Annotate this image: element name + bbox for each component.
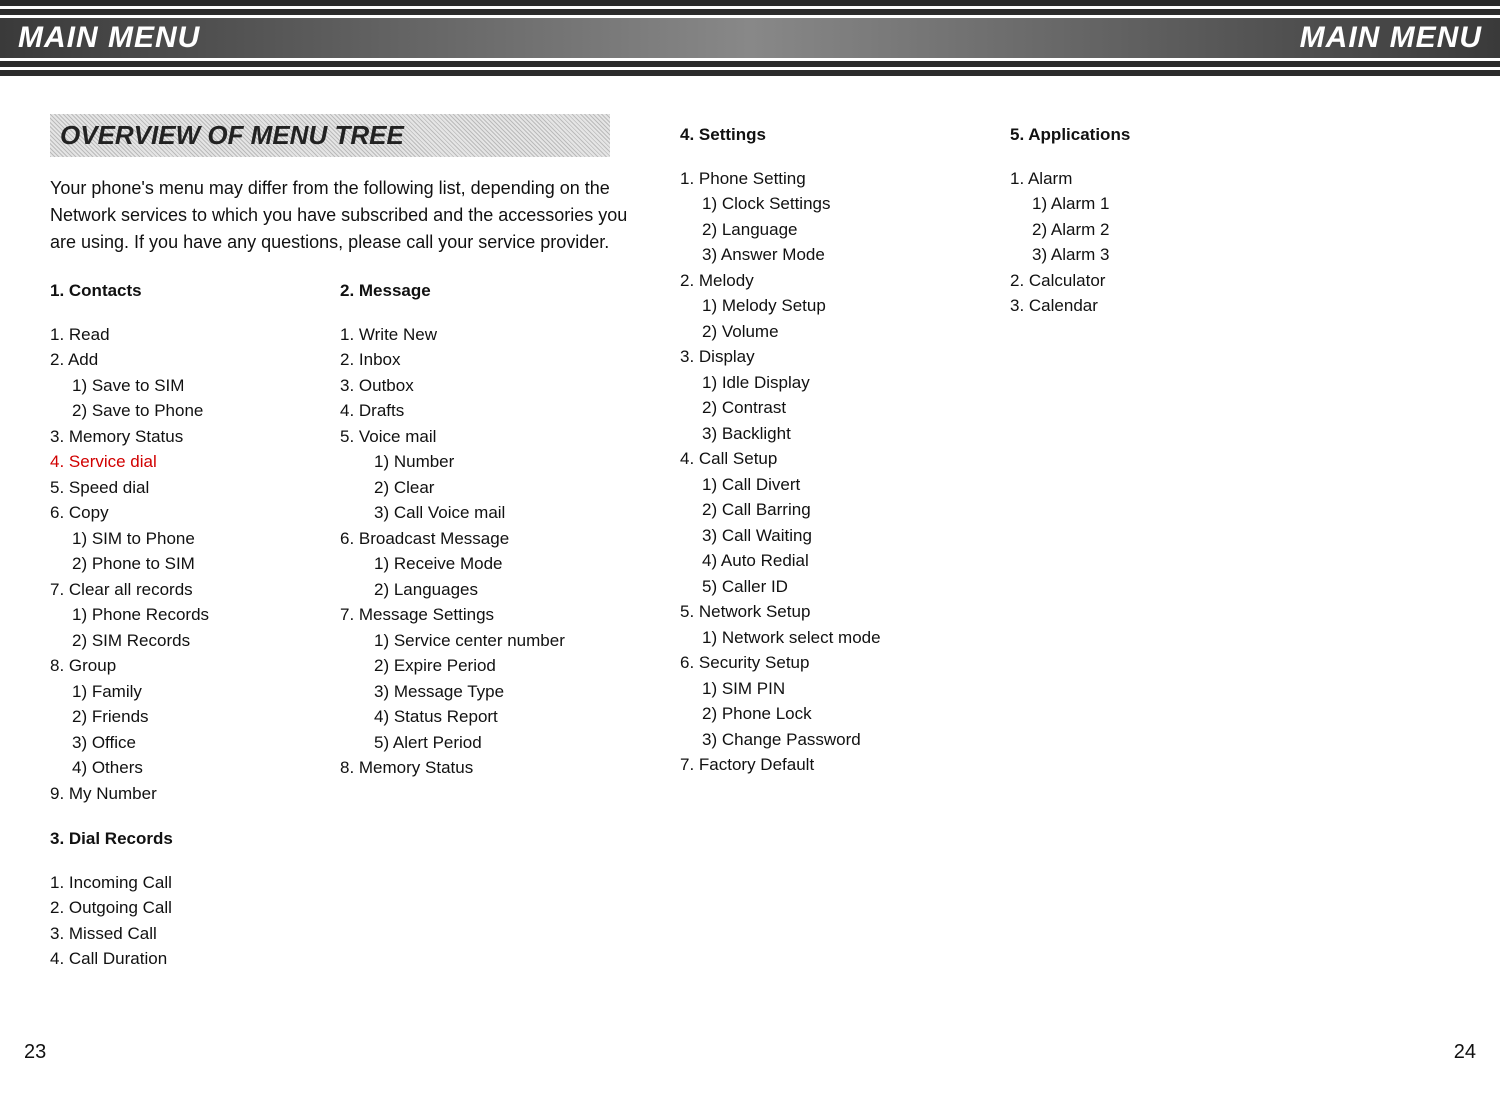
- list-item: 2) Call Barring: [680, 497, 940, 523]
- list-item: 5) Caller ID: [680, 574, 940, 600]
- list-item: 8. Group: [50, 653, 320, 679]
- list-item: 7. Message Settings: [340, 602, 620, 628]
- list-item: 2. Inbox: [340, 347, 620, 373]
- list-item: 2. Melody: [680, 268, 940, 294]
- list-item-service-dial: 4. Service dial: [50, 449, 320, 475]
- list-item: 3. Calendar: [1010, 293, 1210, 319]
- list-item: 2) Alarm 2: [1010, 217, 1210, 243]
- page-number-right: 24: [1454, 1041, 1476, 1064]
- title-left: MAIN MENU: [18, 21, 200, 55]
- list-item: 2. Outgoing Call: [50, 895, 320, 921]
- list-item: 5. Voice mail: [340, 424, 620, 450]
- list-item: 4) Others: [50, 755, 320, 781]
- page-content: OVERVIEW OF MENU TREE Your phone's menu …: [0, 76, 1500, 972]
- list-item: 1) Phone Records: [50, 602, 320, 628]
- list-item: 3. Display: [680, 344, 940, 370]
- list-item: 7. Clear all records: [50, 577, 320, 603]
- list-item: 3) Change Password: [680, 727, 940, 753]
- list-item: 2) Phone to SIM: [50, 551, 320, 577]
- list-item: 2) Volume: [680, 319, 940, 345]
- menu-title-settings: 4. Settings: [680, 122, 940, 148]
- list-item: 2. Calculator: [1010, 268, 1210, 294]
- list-item: 2) Save to Phone: [50, 398, 320, 424]
- list-item: 2) Clear: [340, 475, 620, 501]
- list-item: 6. Security Setup: [680, 650, 940, 676]
- header-band: MAIN MENU MAIN MENU: [0, 0, 1500, 76]
- list-item: 2) Language: [680, 217, 940, 243]
- list-item: 3. Missed Call: [50, 921, 320, 947]
- list-item: 4. Drafts: [340, 398, 620, 424]
- column-applications: 5. Applications 1. Alarm 1) Alarm 1 2) A…: [1010, 122, 1210, 972]
- list-item: 2) SIM Records: [50, 628, 320, 654]
- list-item: 5. Speed dial: [50, 475, 320, 501]
- list-item: 1) Network select mode: [680, 625, 940, 651]
- column-message: 2. Message 1. Write New 2. Inbox 3. Outb…: [340, 278, 620, 972]
- list-item: 8. Memory Status: [340, 755, 620, 781]
- list-item: 2) Expire Period: [340, 653, 620, 679]
- menu-title-dial-records: 3. Dial Records: [50, 826, 320, 852]
- list-item: 4) Auto Redial: [680, 548, 940, 574]
- list-item: 1) Alarm 1: [1010, 191, 1210, 217]
- list-item: 3) Call Waiting: [680, 523, 940, 549]
- list-item: 9. My Number: [50, 781, 320, 807]
- list-item: 1) Melody Setup: [680, 293, 940, 319]
- list-item: 3) Call Voice mail: [340, 500, 620, 526]
- list-item: 1. Phone Setting: [680, 166, 940, 192]
- title-right: MAIN MENU: [1300, 21, 1482, 55]
- list-item: 3) Office: [50, 730, 320, 756]
- list-item: 1) Call Divert: [680, 472, 940, 498]
- list-item: 6. Broadcast Message: [340, 526, 620, 552]
- list-item: 1) SIM to Phone: [50, 526, 320, 552]
- list-item: 1) Idle Display: [680, 370, 940, 396]
- list-item: 4. Call Setup: [680, 446, 940, 472]
- list-item: 3. Outbox: [340, 373, 620, 399]
- list-item: 1. Write New: [340, 322, 620, 348]
- list-item: 1) Number: [340, 449, 620, 475]
- list-item: 4) Status Report: [340, 704, 620, 730]
- list-item: 1) SIM PIN: [680, 676, 940, 702]
- list-item: 1) Service center number: [340, 628, 620, 654]
- page-number-left: 23: [24, 1041, 46, 1064]
- list-item: 5. Network Setup: [680, 599, 940, 625]
- list-item: 7. Factory Default: [680, 752, 940, 778]
- list-item: 1) Family: [50, 679, 320, 705]
- list-item: 3) Backlight: [680, 421, 940, 447]
- list-item: 1. Read: [50, 322, 320, 348]
- menu-title-contacts: 1. Contacts: [50, 278, 320, 304]
- list-item: 2) Languages: [340, 577, 620, 603]
- list-item: 2) Phone Lock: [680, 701, 940, 727]
- section-header: OVERVIEW OF MENU TREE: [50, 114, 610, 157]
- title-bar: MAIN MENU MAIN MENU: [0, 18, 1500, 58]
- list-item: 2) Contrast: [680, 395, 940, 421]
- list-item: 3) Alarm 3: [1010, 242, 1210, 268]
- list-item: 1) Save to SIM: [50, 373, 320, 399]
- column-contacts-dial: 1. Contacts 1. Read 2. Add 1) Save to SI…: [50, 278, 320, 972]
- list-item: 1) Receive Mode: [340, 551, 620, 577]
- list-item: 2) Friends: [50, 704, 320, 730]
- list-item: 1. Alarm: [1010, 166, 1210, 192]
- column-settings: 4. Settings 1. Phone Setting 1) Clock Se…: [680, 122, 940, 972]
- list-item: 1. Incoming Call: [50, 870, 320, 896]
- list-item: 6. Copy: [50, 500, 320, 526]
- list-item: 5) Alert Period: [340, 730, 620, 756]
- list-item: 3) Answer Mode: [680, 242, 940, 268]
- list-item: 3. Memory Status: [50, 424, 320, 450]
- menu-title-message: 2. Message: [340, 278, 620, 304]
- menu-title-applications: 5. Applications: [1010, 122, 1210, 148]
- list-item: 1) Clock Settings: [680, 191, 940, 217]
- list-item: 2. Add: [50, 347, 320, 373]
- intro-text: Your phone's menu may differ from the fo…: [50, 175, 650, 256]
- list-item: 3) Message Type: [340, 679, 620, 705]
- list-item: 4. Call Duration: [50, 946, 320, 972]
